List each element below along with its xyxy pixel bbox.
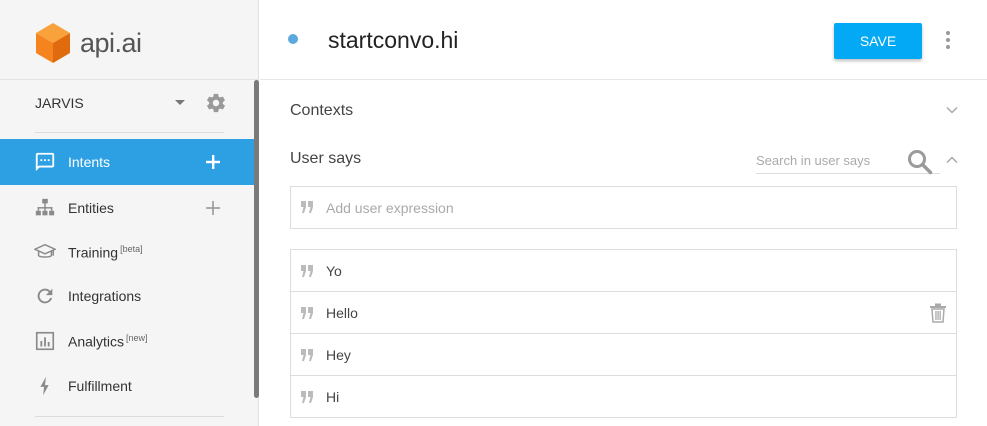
expression-text[interactable]: Hi (326, 389, 339, 405)
menu-divider (35, 416, 224, 417)
add-entity-plus-icon[interactable] (205, 200, 221, 216)
user-says-search (756, 148, 940, 176)
expression-text[interactable]: Hello (326, 305, 358, 321)
sidebar-item-intents[interactable]: Intents (0, 139, 254, 185)
contexts-title[interactable]: Contexts (290, 102, 353, 120)
analytics-label-text: Analytics (68, 333, 125, 350)
sidebar-item-label: Analytics [new] (68, 333, 148, 350)
chevron-up-icon[interactable] (945, 153, 959, 167)
quote-icon (301, 349, 313, 361)
sidebar-item-entities[interactable]: Entities (0, 185, 254, 231)
intent-header: startconvo.hi SAVE (260, 0, 987, 80)
sidebar-divider (0, 79, 258, 80)
expression-text[interactable]: Hey (326, 347, 351, 363)
list-item[interactable]: Hi (291, 376, 956, 418)
brand-logo[interactable]: api.ai (36, 23, 142, 63)
intent-name-title[interactable]: startconvo.hi (328, 27, 458, 54)
sidebar-item-label: Entities (68, 200, 114, 216)
training-label-text: Training (68, 244, 119, 261)
caret-down-icon[interactable] (175, 100, 185, 105)
quote-icon (301, 391, 313, 403)
sidebar-item-integrations[interactable]: Integrations (0, 273, 254, 319)
refresh-icon (37, 288, 53, 304)
agent-selector[interactable]: JARVIS (35, 92, 230, 114)
sidebar-item-label: Integrations (68, 288, 142, 304)
more-vertical-icon[interactable] (943, 30, 953, 50)
add-user-expression[interactable] (290, 186, 957, 229)
quote-icon (301, 201, 313, 213)
beta-badge: [beta] (120, 243, 143, 254)
cube-logo-icon (36, 23, 70, 63)
user-says-title: User says (290, 150, 362, 167)
hierarchy-icon (35, 198, 55, 216)
gear-icon[interactable] (205, 92, 227, 114)
sidebar-item-label: Intents (68, 154, 111, 170)
chat-icon (35, 152, 55, 172)
save-button[interactable]: SAVE (834, 23, 922, 59)
new-badge: [new] (126, 332, 148, 343)
list-item[interactable]: Yo (291, 250, 956, 292)
status-dot (288, 34, 298, 44)
lightning-icon (40, 376, 49, 396)
sidebar-item-label: Fulfillment (68, 378, 132, 394)
search-icon[interactable] (906, 148, 934, 176)
agent-name: JARVIS (35, 95, 84, 111)
expression-text[interactable]: Yo (326, 263, 342, 279)
sidebar-item-label: Training [beta] (68, 244, 143, 261)
search-input[interactable] (756, 150, 896, 170)
brand-name: api.ai (80, 27, 142, 58)
bar-chart-icon (35, 331, 55, 351)
sidebar: api.ai JARVIS Intents Entities Training … (0, 0, 259, 426)
sidebar-item-analytics[interactable]: Analytics [new] (0, 318, 254, 364)
add-intent-plus-icon[interactable] (205, 154, 221, 170)
trash-icon[interactable] (929, 303, 947, 323)
list-item[interactable]: Hello (291, 292, 956, 334)
sidebar-item-training[interactable]: Training [beta] (0, 229, 254, 275)
expression-list: Yo Hello Hey Hi (290, 249, 957, 418)
quote-icon (301, 265, 313, 277)
graduation-cap-icon (34, 243, 56, 258)
chevron-down-icon[interactable] (945, 103, 959, 117)
list-item[interactable]: Hey (291, 334, 956, 376)
sidebar-item-fulfillment[interactable]: Fulfillment (0, 363, 254, 409)
add-expression-input[interactable] (326, 198, 926, 218)
menu-divider (35, 132, 224, 133)
sidebar-scrollbar[interactable] (254, 80, 259, 398)
quote-icon (301, 307, 313, 319)
